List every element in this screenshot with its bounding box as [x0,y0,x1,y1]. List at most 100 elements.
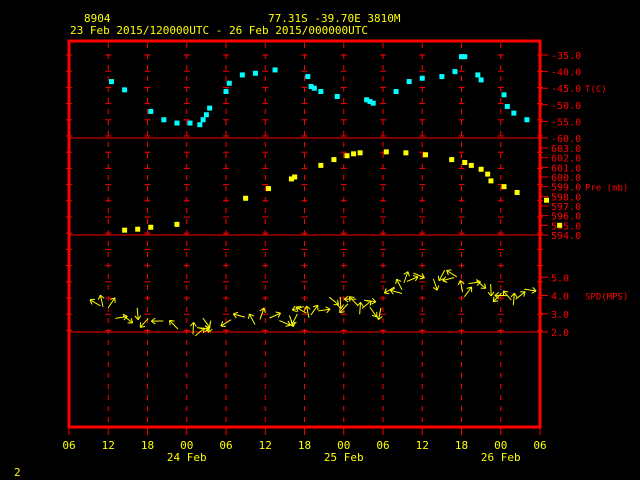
y-tick-label: 3.0 [551,310,569,321]
pressure-point [514,189,520,195]
temperature-point [305,74,311,80]
temperature-point [223,89,229,95]
pressure-point [318,162,324,168]
y-tick-label: 4.0 [551,292,569,303]
y-tick-label: -35.0 [551,51,581,62]
y-tick-label: 5.0 [551,273,569,284]
time-range: 23 Feb 2015/120000UTC - 26 Feb 2015/0000… [70,24,368,37]
temperature-point [200,117,206,123]
footer-label: 2 [14,466,21,479]
wind-arrow [318,306,331,314]
temperature-point [419,75,425,81]
x-tick-label: 12 [416,439,429,452]
temperature-point [226,80,232,86]
y-tick-label: -45.0 [551,84,581,95]
temperature-point [462,54,468,60]
y-tick-label: -50.0 [551,101,581,112]
y-axis-label: Pre (mb) [585,184,628,194]
x-tick-label: 06 [219,439,232,452]
x-day-label: 26 Feb [481,451,521,464]
wind-arrow [446,269,458,278]
temperature-point [393,89,399,95]
pressure-point [383,149,389,155]
pressure-point [462,160,468,165]
wind-arrow [134,307,142,321]
y-tick-label: -55.0 [551,117,581,128]
y-tick-label: -40.0 [551,68,581,79]
temperature-point [252,70,258,76]
wind-arrow [169,319,179,330]
temperature-point [311,85,317,91]
x-tick-label: 18 [141,439,154,452]
wind-arrow [151,317,164,325]
temperature-point [109,79,115,85]
temperature-point [478,77,484,83]
temperature-point [511,110,517,116]
temperature-point [334,94,340,99]
y-tick-label: 2.0 [551,328,569,339]
x-tick-label: 12 [102,439,115,452]
wind-arrow [383,286,395,295]
wind-arrow [403,271,410,284]
temperature-point [122,87,128,93]
pressure-point [174,221,180,227]
pressure-point [266,186,272,192]
pressure-point [544,197,550,203]
x-day-label: 24 Feb [167,451,207,464]
pressure-point [485,171,491,177]
pressure-point [351,151,357,157]
met-time-series-chart: 8904 77.31S -39.70E 3810M 23 Feb 2015/12… [14,12,628,479]
x-tick-label: 18 [455,439,468,452]
x-day-label: 25 Feb [324,451,364,464]
temperature-point [501,92,507,98]
temperature-point [197,122,203,128]
wind-arrow [279,320,291,327]
wind-arrow [442,276,455,283]
wind-arrow [122,315,134,324]
temperature-point [239,72,245,78]
temperature-point [272,67,278,73]
wind-arrow [89,298,101,307]
wind-arrow [232,311,246,319]
temperature-point [207,105,213,111]
pressure-point [357,150,363,156]
pressure-point [148,224,154,230]
wind-arrow [310,304,319,316]
pressure-point [478,166,484,172]
x-tick-label: 06 [376,439,389,452]
wind-arrow [464,286,473,297]
pressure-point [423,152,429,158]
wind-arrow [269,311,281,319]
wind-arrow [97,294,105,307]
temperature-point [524,117,530,123]
pressure-point [292,174,298,180]
wind-arrow [406,275,419,282]
wind-arrow [248,313,256,325]
x-tick-label: 18 [298,439,311,452]
wind-arrow [395,278,403,291]
pressure-point [243,195,249,201]
temperature-point [174,120,180,126]
pressure-point [501,184,507,190]
pressure-point [403,150,409,156]
temperature-point [187,120,193,126]
y-axis-label: T(C) [585,85,607,95]
temperature-point [148,108,154,114]
pressure-point [488,178,494,184]
y-tick-label: 594.0 [551,231,581,242]
wind-arrow [487,284,495,297]
wind-arrow [339,303,349,314]
wind-arrow [524,287,537,294]
temperature-point [475,72,481,78]
wind-arrow [328,296,340,306]
x-tick-label: 06 [62,439,75,452]
wind-arrow [190,322,197,335]
temperature-point [504,103,510,109]
temperature-point [203,112,209,118]
temperature-point [161,117,167,123]
temperature-point [406,79,412,85]
temperature-point [439,74,445,80]
pressure-point [122,227,128,233]
pressure-point [344,153,350,159]
temperature-point [452,69,458,75]
